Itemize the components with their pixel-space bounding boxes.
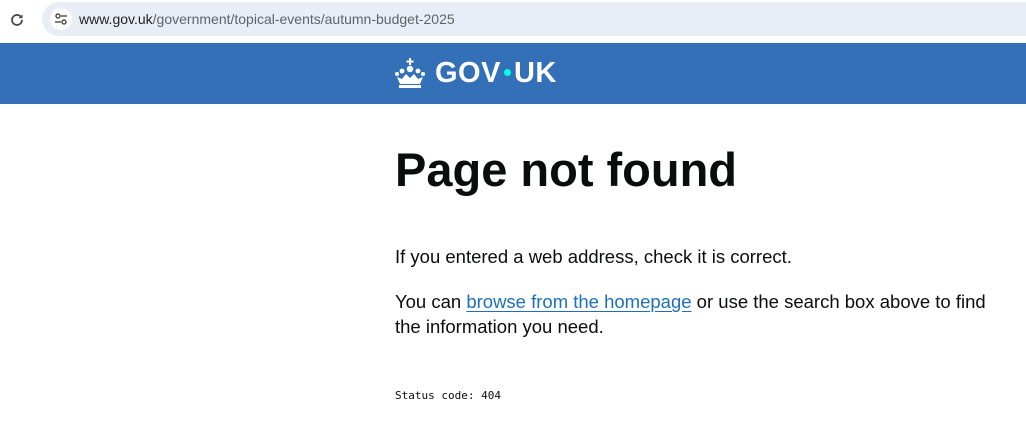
logo-dot: [503, 68, 511, 76]
page-title: Page not found: [395, 143, 738, 196]
url-path: /government/topical-events/autumn-budget…: [152, 11, 455, 27]
url-text[interactable]: www.gov.uk/government/topical-events/aut…: [79, 11, 455, 27]
logo-text: GOV UK: [435, 57, 557, 89]
logo-text-uk: UK: [513, 57, 557, 89]
govuk-logo-link[interactable]: GOV UK: [394, 56, 557, 90]
logo-text-gov: GOV: [435, 57, 501, 89]
crown-icon: [395, 58, 425, 88]
site-info-button[interactable]: [50, 8, 72, 30]
reload-button[interactable]: [6, 9, 28, 31]
govuk-header: GOV UK: [0, 43, 1026, 104]
browser-toolbar: www.gov.uk/government/topical-events/aut…: [0, 0, 1026, 40]
status-code: Status code: 404: [395, 389, 501, 402]
reload-icon: [11, 14, 23, 26]
url-host: www.gov.uk: [79, 11, 153, 27]
homepage-link[interactable]: browse from the homepage: [466, 291, 691, 312]
check-address-text: If you entered a web address, check it i…: [395, 246, 792, 267]
tune-icon: [55, 13, 67, 25]
address-bar[interactable]: www.gov.uk/government/topical-events/aut…: [42, 2, 1026, 36]
help-text-before: You can: [395, 291, 467, 312]
help-text: You can browse from the homepage or use …: [395, 289, 1010, 339]
